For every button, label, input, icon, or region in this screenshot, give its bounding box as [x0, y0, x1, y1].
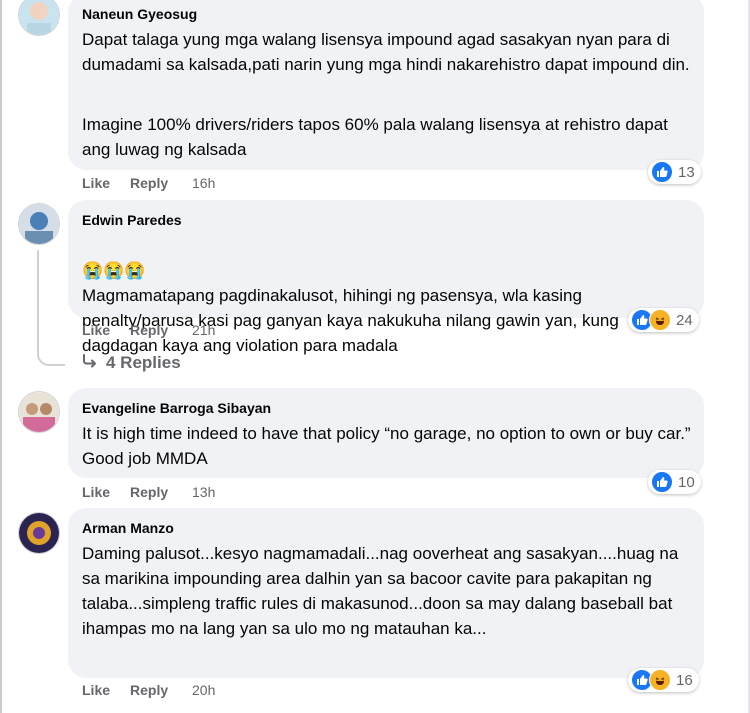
like-icon [651, 471, 673, 493]
reaction-count: 16 [676, 671, 693, 689]
reaction-count: 13 [678, 163, 695, 181]
comment-bubble: Edwin Paredes 😭😭😭 Magmamatapang pagdinak… [68, 200, 704, 355]
comment-author[interactable]: Evangeline Barroga Sibayan [82, 400, 271, 416]
window-border-left [0, 0, 2, 713]
comment-bubble: Naneun Gyeosug Dapat talaga yung mga wal… [68, 0, 704, 170]
comment-bubble: Arman Manzo Daming palusot...kesyo nagma… [68, 508, 704, 678]
timestamp[interactable]: 21h [192, 322, 215, 338]
comment-text-paragraph-2: Imagine 100% drivers/riders tapos 60% pa… [82, 115, 668, 159]
comment-text: Dapat talaga yung mga walang lisensya im… [82, 30, 690, 74]
comment-author[interactable]: Naneun Gyeosug [82, 6, 197, 22]
like-icon [651, 161, 673, 183]
timestamp[interactable]: 16h [192, 175, 215, 191]
thread-line [37, 250, 39, 330]
comment-text: 😭😭😭 Magmamatapang pagdinakalusot, hihing… [82, 233, 692, 358]
comment-bubble: Evangeline Barroga Sibayan It is high ti… [68, 388, 704, 478]
avatar[interactable] [18, 203, 60, 245]
reaction-count: 10 [678, 473, 695, 491]
reply-arrow-icon [82, 352, 98, 373]
comment-text: It is high time indeed to have that poli… [82, 424, 691, 468]
timestamp[interactable]: 20h [192, 682, 215, 698]
like-button[interactable]: Like [82, 484, 110, 500]
reply-button[interactable]: Reply [130, 322, 168, 338]
thread-connector [37, 330, 65, 366]
haha-icon [649, 669, 671, 691]
like-button[interactable]: Like [82, 682, 110, 698]
haha-icon [649, 309, 671, 331]
comment-author[interactable]: Edwin Paredes [82, 212, 182, 228]
like-button[interactable]: Like [82, 322, 110, 338]
reaction-summary[interactable]: 16 [628, 668, 699, 692]
avatar[interactable] [18, 391, 60, 433]
reply-button[interactable]: Reply [130, 682, 168, 698]
view-replies-link[interactable]: 4 Replies [82, 352, 181, 373]
like-button[interactable]: Like [82, 175, 110, 191]
reply-button[interactable]: Reply [130, 484, 168, 500]
comment-body: Magmamatapang pagdinakalusot, hihingi ng… [82, 286, 619, 355]
reaction-summary[interactable]: 13 [648, 160, 701, 184]
timestamp[interactable]: 13h [192, 484, 215, 500]
avatar[interactable] [18, 0, 60, 36]
comment-author[interactable]: Arman Manzo [82, 520, 174, 536]
comment-text: Daming palusot...kesyo nagmamadali...nag… [82, 544, 679, 638]
replies-count-label[interactable]: 4 Replies [106, 353, 181, 373]
reply-button[interactable]: Reply [130, 175, 168, 191]
reaction-summary[interactable]: 10 [648, 470, 701, 494]
reaction-count: 24 [676, 311, 693, 329]
crying-emoji: 😭😭😭 [82, 261, 146, 280]
avatar[interactable] [18, 512, 60, 554]
reaction-summary[interactable]: 24 [628, 308, 699, 332]
